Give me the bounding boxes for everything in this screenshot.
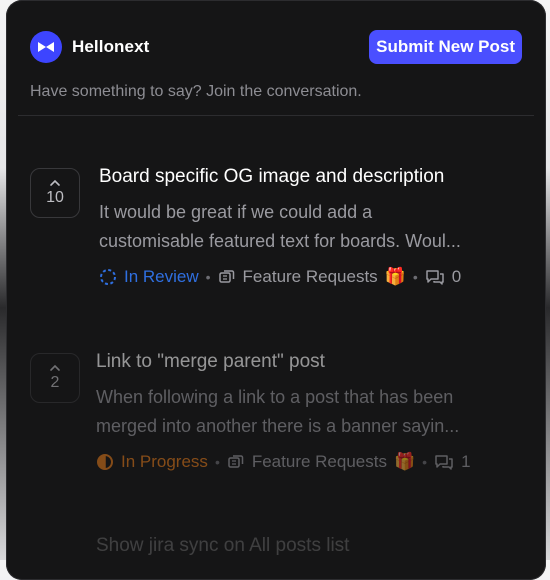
- tagline: Have something to say? Join the conversa…: [30, 83, 362, 100]
- post-description-line-1: It would be great if we could add a: [99, 202, 373, 222]
- submit-new-post-button[interactable]: Submit New Post: [369, 30, 522, 64]
- half-circle-icon: [96, 453, 114, 471]
- brand-name: Hellonext: [72, 37, 150, 56]
- gift-emoji: 🎁: [384, 267, 406, 286]
- divider: [18, 115, 534, 116]
- hellonext-logo-icon: [30, 31, 62, 63]
- status-label: In Review: [124, 267, 199, 286]
- board-label[interactable]: Feature Requests: [252, 452, 387, 472]
- vote-count: 10: [46, 189, 64, 206]
- board-label[interactable]: Feature Requests: [243, 267, 378, 287]
- meta-separator: •: [422, 454, 428, 470]
- vote-count: 2: [50, 374, 60, 391]
- brand[interactable]: Hellonext: [30, 31, 149, 63]
- feedback-widget: Hellonext Submit New Post Have something…: [6, 0, 546, 580]
- board-switch-icon: [218, 268, 236, 286]
- post-title[interactable]: Link to "merge parent" post: [96, 351, 325, 373]
- widget-header: Hellonext Submit New Post: [30, 30, 522, 64]
- meta-separator: •: [412, 269, 418, 285]
- post-title[interactable]: Board specific OG image and description: [99, 166, 444, 188]
- comment-bubble-icon: [434, 453, 454, 471]
- comment-count: 0: [451, 267, 462, 286]
- post-meta: In Review • Feature Requests 🎁 • 0: [99, 267, 461, 287]
- dashed-circle-icon: [99, 268, 117, 286]
- comment-bubble-icon: [425, 268, 445, 286]
- post-description-line-1: When following a link to a post that has…: [96, 387, 454, 407]
- post-description-line-2: merged into another there is a banner sa…: [96, 416, 460, 436]
- chevron-up-icon: [50, 364, 60, 371]
- post-description-line-2: customisable featured text for boards. W…: [99, 231, 461, 251]
- comment-count: 1: [461, 452, 471, 471]
- board-switch-icon: [227, 453, 245, 471]
- upvote-button[interactable]: 2: [30, 353, 80, 403]
- gift-emoji: 🎁: [393, 452, 416, 471]
- status-label: In Progress: [121, 452, 208, 471]
- upvote-button[interactable]: 10: [30, 168, 80, 218]
- post-title[interactable]: Show jira sync on All posts list: [96, 535, 349, 557]
- meta-separator: •: [214, 454, 220, 470]
- chevron-up-icon: [50, 179, 60, 186]
- post-meta: In Progress • Feature Requests 🎁 • 1: [96, 452, 471, 472]
- meta-separator: •: [205, 269, 211, 285]
